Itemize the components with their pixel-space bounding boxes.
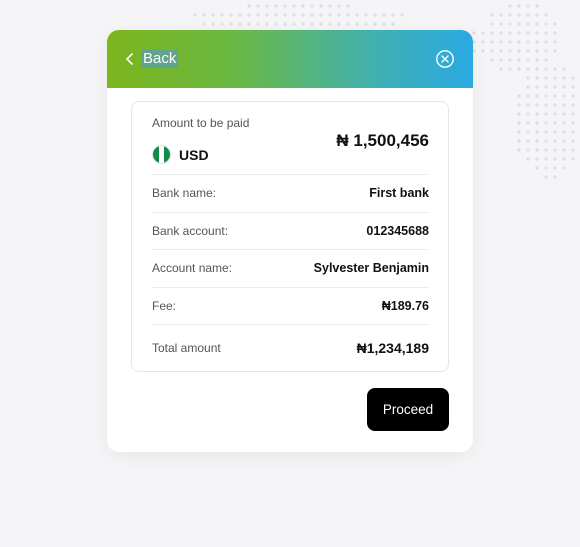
detail-label: Fee: (152, 298, 177, 313)
payment-summary-panel: Amount to be paid USD ₦ 1,500,456 Bank n… (131, 101, 449, 372)
detail-label: Total amount (152, 341, 221, 355)
close-icon[interactable] (435, 49, 455, 69)
detail-row-fee: Fee: ₦189.76 (152, 288, 429, 325)
payment-confirmation-card: Back Amount to be paid USD ₦ 1,500,456 B… (107, 30, 473, 452)
detail-label: Bank name: (152, 186, 217, 201)
detail-value: 012345688 (366, 223, 429, 238)
detail-label: Account name: (152, 261, 233, 276)
detail-value: ₦189.76 (381, 298, 429, 313)
detail-row-account-name: Account name: Sylvester Benjamin (152, 250, 429, 288)
detail-label: Bank account: (152, 223, 229, 238)
amount-left: Amount to be paid USD (152, 116, 249, 164)
detail-value: First bank (369, 186, 429, 201)
amount-section: Amount to be paid USD ₦ 1,500,456 (152, 116, 429, 175)
back-label: Back (141, 50, 179, 68)
currency-selector[interactable]: USD (152, 145, 249, 164)
proceed-button[interactable]: Proceed (367, 388, 449, 431)
nigeria-flag-icon (152, 145, 171, 164)
card-header: Back (107, 30, 473, 88)
amount-label: Amount to be paid (152, 116, 250, 130)
page-background: Back Amount to be paid USD ₦ 1,500,456 B… (0, 0, 580, 547)
back-button[interactable]: Back (125, 50, 179, 68)
detail-row-bank-account: Bank account: 012345688 (152, 213, 429, 250)
card-body: Amount to be paid USD ₦ 1,500,456 Bank n… (107, 88, 473, 431)
detail-row-total-amount: Total amount ₦1,234,189 (152, 325, 429, 371)
currency-code: USD (179, 146, 209, 163)
detail-value: Sylvester Benjamin (313, 261, 429, 276)
chevron-left-icon (125, 52, 135, 66)
actions-bar: Proceed (131, 388, 449, 431)
detail-value: ₦1,234,189 (356, 340, 429, 356)
detail-row-bank-name: Bank name: First bank (152, 175, 429, 213)
amount-value: ₦ 1,500,456 (336, 131, 429, 150)
